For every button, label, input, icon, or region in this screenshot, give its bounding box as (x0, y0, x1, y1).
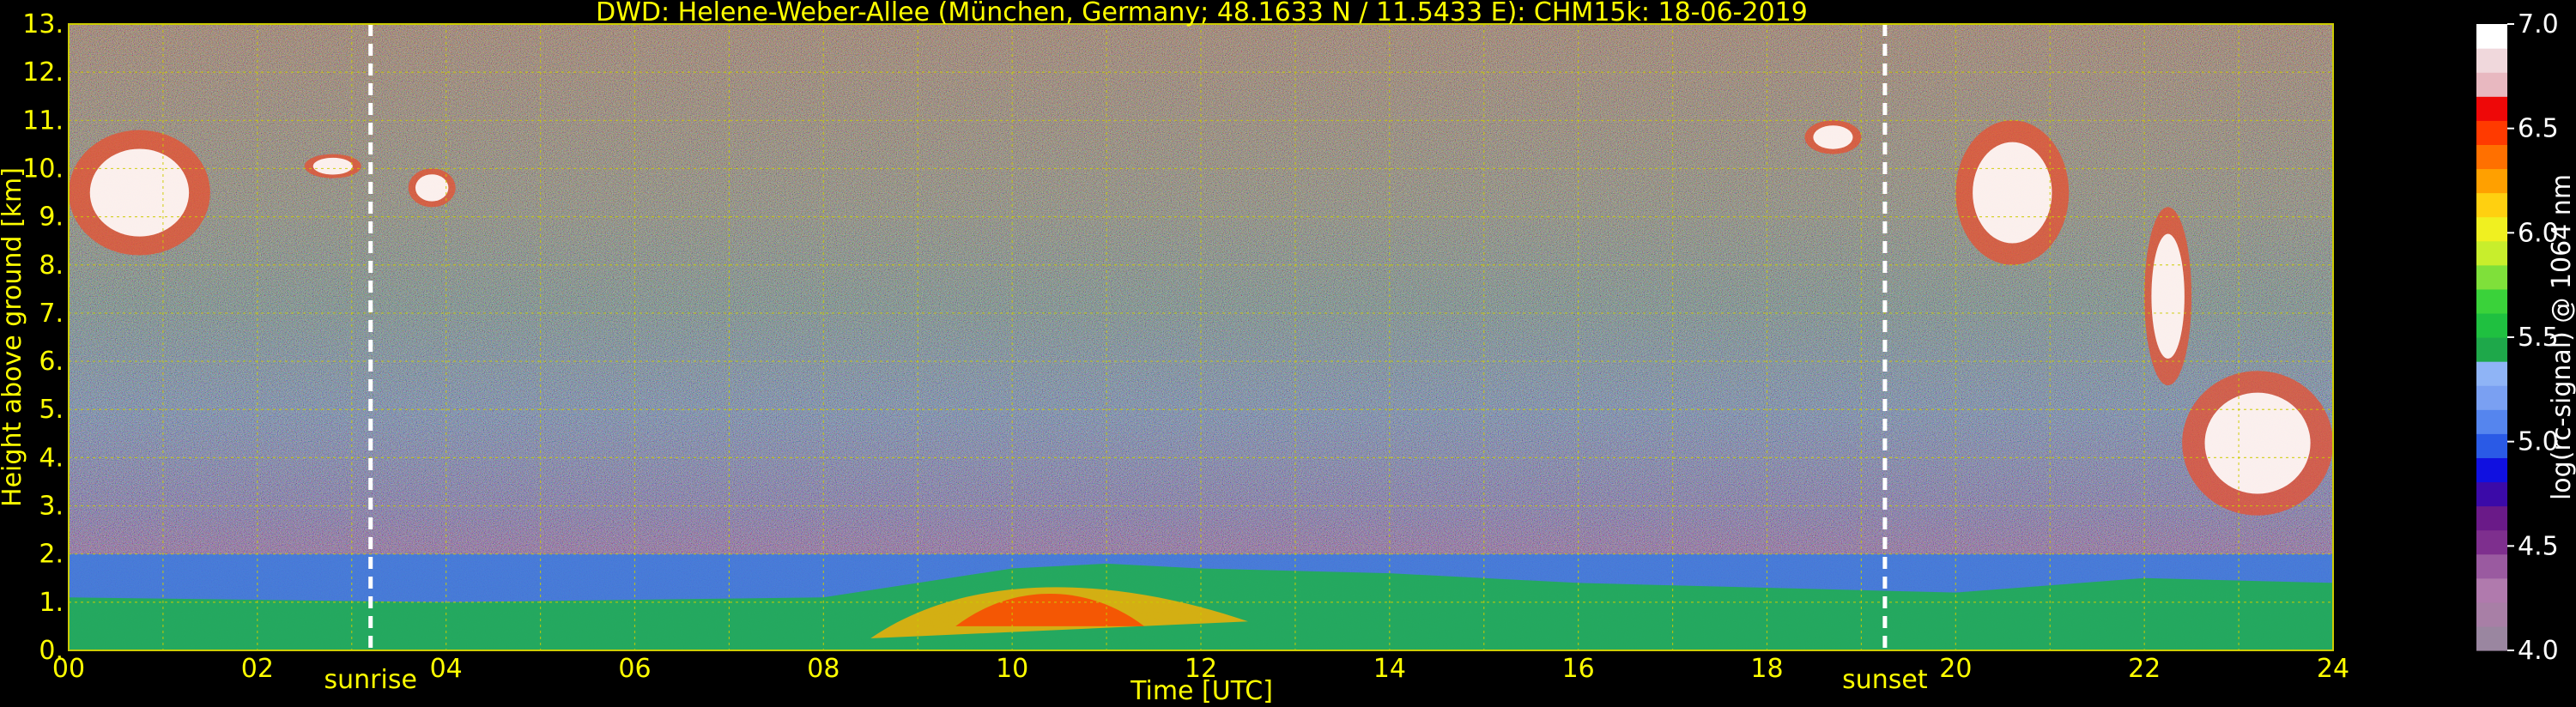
marker-label-sunrise: sunrise (324, 665, 417, 695)
colorbar-segment (2476, 505, 2507, 531)
y-tick-label: 6. (39, 347, 64, 377)
y-tick-label: 3. (39, 492, 64, 522)
y-tick-label: 13. (22, 9, 64, 39)
x-tick-label: 04 (430, 654, 463, 684)
colorbar-segment (2476, 529, 2507, 555)
colorbar-segment (2476, 168, 2507, 194)
y-tick-label: 0. (39, 636, 64, 666)
colorbar-segment (2476, 72, 2507, 97)
colorbar-segment (2476, 385, 2507, 410)
colorbar-segment (2476, 577, 2507, 603)
y-tick-label: 10. (22, 154, 64, 184)
cloud-core-6 (2204, 392, 2311, 494)
colorbar-tick-label: 4.5 (2518, 531, 2559, 561)
colorbar-segment (2476, 361, 2507, 386)
colorbar-segment (2476, 625, 2507, 651)
colorbar-tick-label: 6.5 (2518, 114, 2559, 144)
marker-label-sunset: sunset (1842, 665, 1928, 695)
colorbar-segment (2476, 216, 2507, 242)
y-tick-label: 4. (39, 443, 64, 473)
colorbar-segment (2476, 120, 2507, 145)
colorbar-segment (2476, 96, 2507, 121)
cloud-core-3 (1813, 125, 1853, 149)
x-tick-label: 08 (807, 654, 839, 684)
colorbar-tick-label: 4.0 (2518, 636, 2559, 666)
x-tick-label: 10 (996, 654, 1028, 684)
cloud-core-4 (1973, 142, 2052, 244)
colorbar-segment (2476, 337, 2507, 362)
x-tick-label: 24 (2317, 654, 2349, 684)
y-tick-label: 11. (22, 106, 64, 136)
colorbar-segment (2476, 553, 2507, 579)
y-tick-label: 1. (39, 588, 64, 618)
x-tick-label: 18 (1750, 654, 1783, 684)
colorbar-segment (2476, 264, 2507, 290)
colorbar-segment (2476, 409, 2507, 434)
cloud-core-0 (89, 148, 190, 237)
y-tick-label: 5. (39, 395, 64, 425)
x-tick-label: 06 (618, 654, 651, 684)
x-tick-label: 02 (241, 654, 274, 684)
cloud-core-5 (2151, 233, 2185, 359)
cloud-core-1 (312, 157, 353, 175)
colorbar-segment (2476, 312, 2507, 338)
chart-title: DWD: Helene-Weber-Allee (München, German… (596, 0, 1808, 27)
y-axis-label: Height above ground [km] (0, 167, 27, 507)
colorbar-segment (2476, 601, 2507, 627)
colorbar-segment (2476, 457, 2507, 483)
y-tick-label: 9. (39, 202, 64, 233)
colorbar: 4.04.55.05.56.06.57.0 log(rc-signal) @ 1… (2476, 9, 2576, 666)
x-tick-label: 22 (2128, 654, 2161, 684)
y-tick-label: 2. (39, 540, 64, 570)
colorbar-label: log(rc-signal) @ 1064 nm (2547, 174, 2576, 500)
colorbar-tick-label: 7.0 (2518, 9, 2559, 39)
y-tick-label: 7. (39, 299, 64, 329)
colorbar-segment (2476, 48, 2507, 73)
x-tick-label: 20 (1939, 654, 1972, 684)
x-axis-label: Time [UTC] (1130, 676, 1273, 706)
colorbar-segment (2476, 433, 2507, 458)
colorbar-segment (2476, 481, 2507, 507)
ceilometer-chart: sunrise sunset 00 02 04 06 08 10 12 14 16 18 20 22 24… (0, 0, 2576, 706)
x-tick-label: 16 (1562, 654, 1595, 684)
colorbar-segment (2476, 240, 2507, 266)
cloud-core-2 (415, 174, 449, 202)
colorbar-segment (2476, 288, 2507, 314)
y-tick-label: 8. (39, 251, 64, 281)
x-tick-label: 14 (1373, 654, 1406, 684)
colorbar-segment (2476, 144, 2507, 170)
colorbar-segment (2476, 24, 2507, 49)
y-tick-label: 12. (22, 57, 64, 88)
colorbar-segment (2476, 192, 2507, 218)
